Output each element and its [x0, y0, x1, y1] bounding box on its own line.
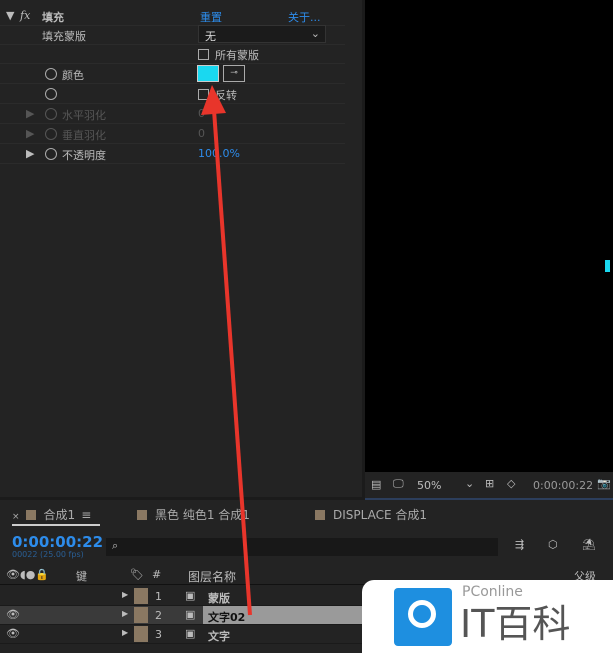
watermark: PConline IT百科: [362, 580, 613, 653]
pconline-logo-icon: [394, 588, 452, 646]
watermark-title: IT百科: [460, 602, 571, 646]
red-arrow-annotation: [201, 85, 252, 616]
brand-text: PConline: [462, 584, 523, 600]
